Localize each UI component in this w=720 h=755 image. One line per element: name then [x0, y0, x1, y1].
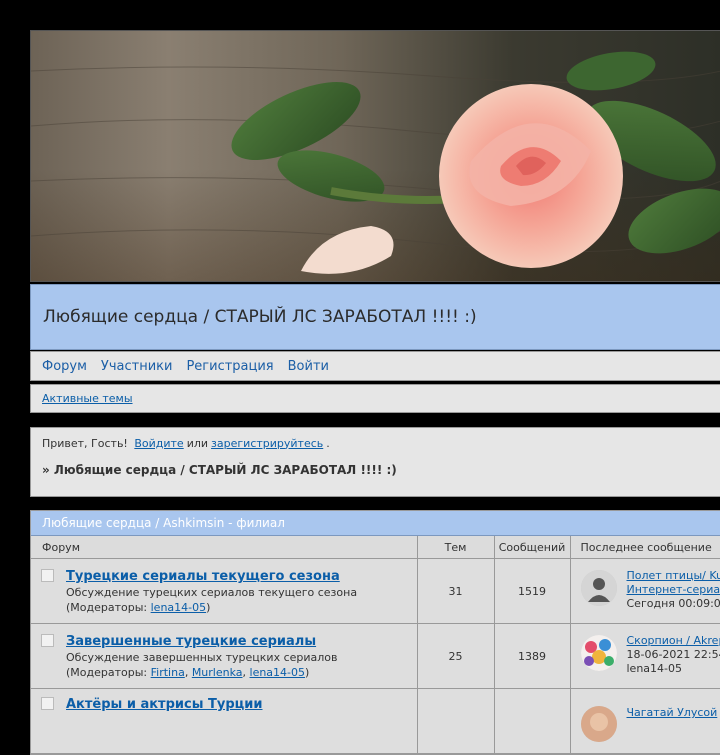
table-header-row: Форум Тем Сообщений Последнее сообщение	[31, 536, 720, 559]
topics-count: 25	[417, 624, 494, 689]
main-nav: Форум Участники Регистрация Войти	[30, 351, 720, 381]
last-post-sub-link[interactable]: Интернет-сериа	[627, 583, 720, 596]
last-post-cell: Полет птицы/ Ku Интернет-сериа Сегодня 0…	[570, 559, 720, 624]
col-posts: Сообщений	[494, 536, 570, 559]
nav-forum[interactable]: Форум	[42, 359, 87, 374]
col-forum: Форум	[31, 536, 417, 559]
moderator-link[interactable]: Murlenka	[192, 666, 243, 679]
forum-title-bar: Любящие сердца / СТАРЫЙ ЛС ЗАРАБОТАЛ !!!…	[30, 284, 720, 350]
forum-status-icon	[41, 697, 54, 710]
category-title[interactable]: Любящие сердца / Ashkimsin - филиал	[31, 511, 720, 536]
topics-count: 31	[417, 559, 494, 624]
header-banner	[30, 30, 720, 282]
topics-count	[417, 689, 494, 754]
active-topics-link[interactable]: Активные темы	[42, 392, 133, 405]
forum-status-icon	[41, 634, 54, 647]
breadcrumb: » Любящие сердца / СТАРЫЙ ЛС ЗАРАБОТАЛ !…	[42, 463, 720, 477]
forum-description: Обсуждение турецких сериалов текущего се…	[66, 586, 417, 599]
last-post-link[interactable]: Скорпион / Akrep	[627, 634, 720, 647]
forum-moderators: (Модераторы: Firtina, Murlenka, lena14-0…	[66, 666, 417, 679]
sub-nav: Активные темы	[30, 384, 720, 413]
last-post-link[interactable]: Полет птицы/ Ku	[627, 569, 720, 582]
last-post-author: lena14-05	[627, 662, 683, 675]
or-text: или	[187, 437, 208, 450]
moderator-link[interactable]: lena14-05	[250, 666, 306, 679]
greeting-text: Привет, Гость!	[42, 437, 128, 450]
nav-login[interactable]: Войти	[288, 359, 329, 374]
colorful-group-avatar[interactable]	[581, 635, 617, 671]
col-last-post: Последнее сообщение	[570, 536, 720, 559]
forum-description: Обсуждение завершенных турецких сериалов	[66, 651, 417, 664]
last-post-time: 18-06-2021 22:54	[627, 648, 720, 661]
user-silhouette-icon[interactable]	[581, 570, 617, 606]
forum-title-link[interactable]: Турецкие сериалы текущего сезона	[66, 569, 340, 584]
col-topics: Тем	[417, 536, 494, 559]
mods-suffix: )	[206, 601, 210, 614]
period-text: .	[326, 437, 330, 450]
table-row: Завершенные турецкие сериалы Обсуждение …	[31, 624, 720, 689]
forum-table: Форум Тем Сообщений Последнее сообщение …	[31, 536, 720, 754]
posts-count: 1519	[494, 559, 570, 624]
forum-title: Любящие сердца / СТАРЫЙ ЛС ЗАРАБОТАЛ !!!…	[43, 307, 477, 327]
last-post-link[interactable]: Чагатай Улусой	[627, 706, 718, 719]
page: Любящие сердца / СТАРЫЙ ЛС ЗАРАБОТАЛ !!!…	[30, 30, 720, 755]
welcome-line: Привет, Гость! Войдите или зарегистрируй…	[42, 428, 720, 458]
table-row: Актёры и актрисы Турции Чагатай Улусой	[31, 689, 720, 754]
moderator-link[interactable]: Firtina	[151, 666, 185, 679]
forum-title-link[interactable]: Завершенные турецкие сериалы	[66, 634, 316, 649]
mods-prefix: (Модераторы:	[66, 601, 151, 614]
mods-prefix: (Модераторы:	[66, 666, 151, 679]
login-link[interactable]: Войдите	[134, 437, 183, 450]
nav-members[interactable]: Участники	[101, 359, 173, 374]
posts-count: 1389	[494, 624, 570, 689]
table-row: Турецкие сериалы текущего сезона Обсужде…	[31, 559, 720, 624]
register-link[interactable]: зарегистрируйтесь	[211, 437, 323, 450]
forum-cell: Завершенные турецкие сериалы Обсуждение …	[31, 624, 417, 689]
forum-category: Любящие сердца / Ashkimsin - филиал Фору…	[30, 510, 720, 755]
forum-cell: Турецкие сериалы текущего сезона Обсужде…	[31, 559, 417, 624]
photo-avatar[interactable]	[581, 706, 617, 742]
mods-suffix: )	[305, 666, 309, 679]
last-post-cell: Чагатай Улусой	[570, 689, 720, 754]
moderator-link[interactable]: lena14-05	[151, 601, 207, 614]
forum-status-icon	[41, 569, 54, 582]
forum-title-link[interactable]: Актёры и актрисы Турции	[66, 697, 263, 712]
posts-count	[494, 689, 570, 754]
last-post-time: Сегодня 00:09:0	[627, 597, 720, 610]
nav-register[interactable]: Регистрация	[186, 359, 273, 374]
welcome-panel: Привет, Гость! Войдите или зарегистрируй…	[30, 427, 720, 497]
rose-banner-image	[31, 31, 720, 282]
last-post-cell: Скорпион / Akrep 18-06-2021 22:54 lena14…	[570, 624, 720, 689]
forum-cell: Актёры и актрисы Турции	[31, 689, 417, 754]
forum-moderators: (Модераторы: lena14-05)	[66, 601, 417, 614]
